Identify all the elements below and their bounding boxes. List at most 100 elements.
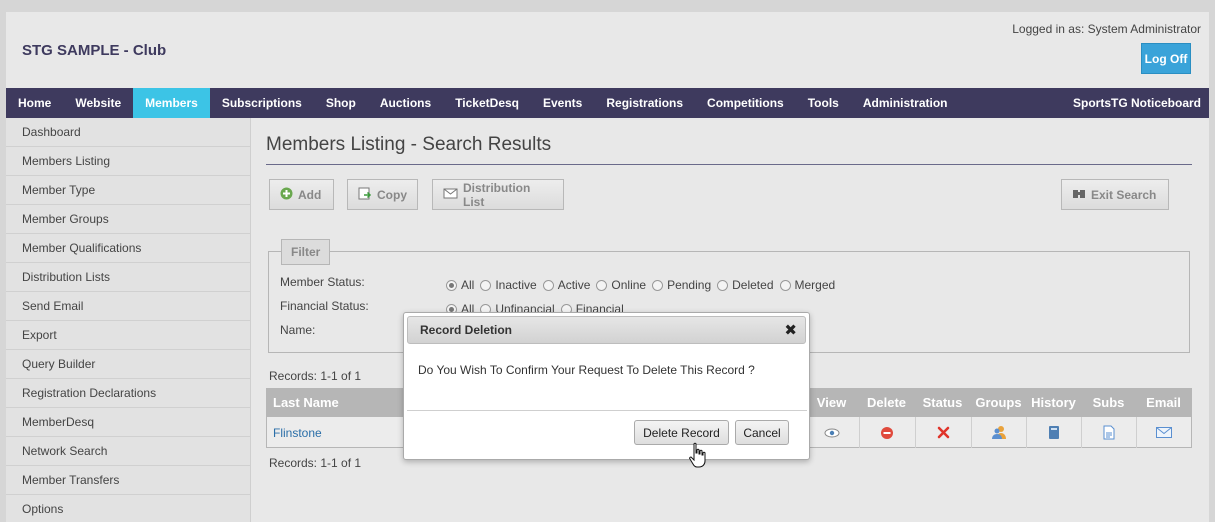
nav-item-administration[interactable]: Administration: [851, 88, 960, 118]
sidebar-item-member-groups[interactable]: Member Groups: [6, 205, 250, 234]
radio-label: Online: [611, 278, 647, 292]
nav-item-events[interactable]: Events: [531, 88, 594, 118]
delete-record-button[interactable]: Delete Record: [634, 420, 729, 445]
sidebar-item-member-qualifications[interactable]: Member Qualifications: [6, 234, 250, 263]
groups-icon[interactable]: [971, 417, 1026, 448]
col-delete: Delete: [866, 394, 907, 410]
sidebar-item-member-type[interactable]: Member Type: [6, 176, 250, 205]
add-button-label: Add: [298, 187, 322, 202]
col-status: Status: [922, 394, 963, 410]
dialog-title: Record Deletion: [420, 323, 513, 337]
sidebar-item-options[interactable]: Options: [6, 495, 250, 522]
nav-item-home[interactable]: Home: [6, 88, 63, 118]
radio-circle: [480, 279, 492, 291]
page-title: Members Listing - Search Results: [266, 134, 552, 155]
main-nav: Home Website Members Subscriptions Shop …: [6, 88, 1209, 118]
add-icon: [280, 187, 293, 203]
nav-item-tools[interactable]: Tools: [796, 88, 851, 118]
sidebar-item-export[interactable]: Export: [6, 321, 250, 350]
radio-label: Active: [557, 278, 591, 292]
site-title: STG SAMPLE - Club: [22, 42, 167, 59]
copy-button[interactable]: Copy: [347, 179, 418, 210]
member-status-online-radio[interactable]: Online: [596, 278, 646, 292]
heading-divider: [266, 164, 1192, 165]
member-status-all-radio[interactable]: All: [446, 278, 474, 292]
name-label: Name:: [280, 323, 316, 337]
sidebar-item-query-builder[interactable]: Query Builder: [6, 350, 250, 379]
radio-label: Merged: [794, 278, 836, 292]
sidebar-item-network-search[interactable]: Network Search: [6, 437, 250, 466]
col-groups: Groups: [975, 394, 1022, 410]
nav-item-website[interactable]: Website: [63, 88, 133, 118]
member-status-options: All Inactive Active Online Pending Delet…: [446, 278, 835, 292]
member-status-merged-radio[interactable]: Merged: [779, 278, 836, 292]
col-subs: Subs: [1092, 394, 1125, 410]
nav-item-auctions[interactable]: Auctions: [368, 88, 443, 118]
nav-item-subscriptions[interactable]: Subscriptions: [210, 88, 314, 118]
sidebar-item-send-email[interactable]: Send Email: [6, 292, 250, 321]
nav-item-noticeboard[interactable]: SportsTG Noticeboard: [1065, 88, 1209, 118]
binoculars-icon: [1072, 187, 1086, 202]
record-deletion-dialog: Record Deletion ✖ Do You Wish To Confirm…: [403, 312, 810, 460]
financial-status-label: Financial Status:: [280, 299, 369, 313]
member-status-pending-radio[interactable]: Pending: [652, 278, 711, 292]
radio-label: Pending: [667, 278, 712, 292]
nav-item-ticketdesq[interactable]: TicketDesq: [443, 88, 531, 118]
nav-item-shop[interactable]: Shop: [314, 88, 368, 118]
radio-circle: [446, 279, 457, 291]
distribution-list-icon: [443, 187, 458, 203]
logoff-button[interactable]: Log Off: [1141, 43, 1191, 74]
sidebar-item-registration-declarations[interactable]: Registration Declarations: [6, 379, 250, 408]
subs-icon[interactable]: [1081, 417, 1136, 448]
radio-circle: [652, 279, 664, 291]
dialog-message: Do You Wish To Confirm Your Request To D…: [418, 363, 755, 377]
member-status-deleted-radio[interactable]: Deleted: [717, 278, 774, 292]
header: STG SAMPLE - Club Logged in as: System A…: [6, 12, 1209, 88]
col-history: History: [1031, 394, 1076, 410]
records-count-bottom: Records: 1-1 of 1: [269, 456, 362, 470]
hand-cursor-icon: [688, 442, 708, 468]
add-button[interactable]: Add: [269, 179, 334, 210]
delete-icon[interactable]: [859, 417, 914, 448]
col-view: View: [816, 394, 847, 410]
radio-circle: [596, 279, 608, 291]
close-icon[interactable]: ✖: [784, 318, 797, 344]
nav-item-competitions[interactable]: Competitions: [695, 88, 796, 118]
view-icon[interactable]: [804, 417, 859, 448]
nav-item-registrations[interactable]: Registrations: [594, 88, 695, 118]
sidebar-item-dashboard[interactable]: Dashboard: [6, 118, 250, 147]
history-icon[interactable]: [1026, 417, 1081, 448]
email-icon[interactable]: [1136, 417, 1191, 448]
col-email: Email: [1146, 394, 1181, 410]
sidebar-item-members-listing[interactable]: Members Listing: [6, 147, 250, 176]
copy-button-label: Copy: [377, 187, 407, 202]
records-count-top: Records: 1-1 of 1: [269, 369, 362, 383]
dialog-titlebar: Record Deletion ✖: [407, 316, 806, 344]
exit-search-label: Exit Search: [1091, 187, 1157, 202]
member-status-inactive-radio[interactable]: Inactive: [480, 278, 537, 292]
copy-icon: [358, 187, 372, 203]
exit-search-button[interactable]: Exit Search: [1061, 179, 1169, 210]
cancel-button[interactable]: Cancel: [735, 420, 789, 445]
radio-circle: [542, 279, 554, 291]
distribution-list-label: Distribution List: [463, 180, 531, 209]
filter-legend[interactable]: Filter: [281, 239, 331, 265]
logged-in-text: Logged in as: System Administrator: [1012, 22, 1201, 36]
sidebar-item-memberdesq[interactable]: MemberDesq: [6, 408, 250, 437]
col-last-name[interactable]: Last Name: [273, 395, 339, 410]
member-status-active-radio[interactable]: Active: [542, 278, 591, 292]
radio-circle: [717, 279, 729, 291]
sidebar: Dashboard Members Listing Member Type Me…: [6, 118, 251, 522]
distribution-list-button[interactable]: Distribution List: [432, 179, 564, 210]
sidebar-item-distribution-lists[interactable]: Distribution Lists: [6, 263, 250, 292]
radio-label: Deleted: [732, 278, 774, 292]
nav-item-members[interactable]: Members: [133, 88, 210, 118]
radio-label: Inactive: [495, 278, 537, 292]
dialog-divider: [407, 410, 807, 411]
radio-label: All: [461, 278, 475, 292]
status-icon[interactable]: [915, 417, 970, 448]
member-status-label: Member Status:: [280, 275, 365, 289]
sidebar-item-member-transfers[interactable]: Member Transfers: [6, 466, 250, 495]
radio-circle: [779, 279, 791, 291]
last-name-link[interactable]: Flinstone: [273, 426, 322, 440]
